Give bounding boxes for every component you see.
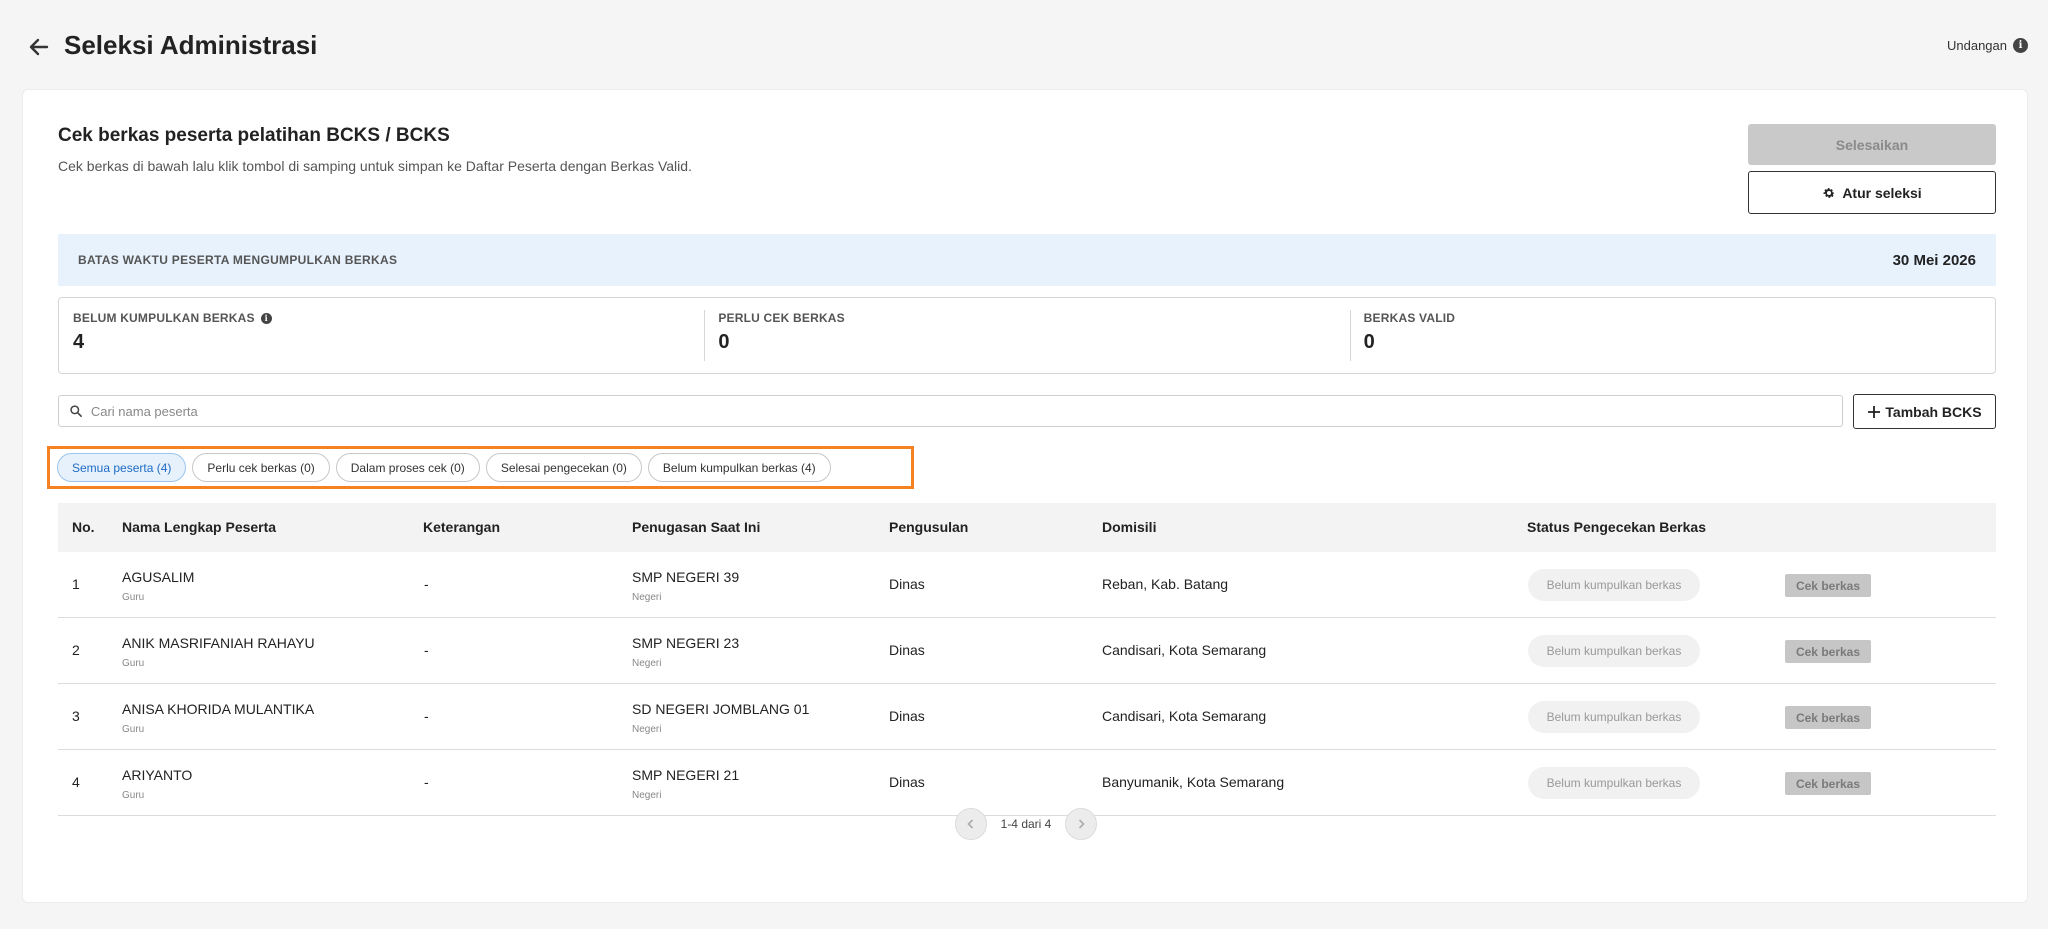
col-domicile: Domisili bbox=[1102, 519, 1157, 535]
col-no: No. bbox=[72, 519, 95, 535]
participant-name: ANISA KHORIDA MULANTIKA bbox=[122, 701, 315, 717]
settings-button[interactable]: Atur seleksi bbox=[1748, 171, 1996, 214]
stat-label-row: BELUM KUMPULKAN BERKAS i bbox=[73, 311, 690, 325]
filter-done[interactable]: Selesai pengecekan (0) bbox=[485, 453, 642, 482]
participant-name: ANIK MASRIFANIAH RAHAYU bbox=[122, 635, 315, 651]
stats-panel: BELUM KUMPULKAN BERKAS i 4 PERLU CEK BER… bbox=[58, 297, 1996, 374]
domicile: Reban, Kab. Batang bbox=[1102, 576, 1229, 592]
deadline-banner: BATAS WAKTU PESERTA MENGUMPULKAN BERKAS … bbox=[58, 234, 1996, 286]
card-title: Cek berkas peserta pelatihan BCKS / BCKS bbox=[58, 125, 450, 146]
back-arrow-icon[interactable] bbox=[24, 32, 54, 62]
finish-button[interactable]: Selesaikan bbox=[1748, 124, 1996, 165]
col-proposal: Pengusulan bbox=[889, 519, 969, 535]
check-files-button[interactable]: Cek berkas bbox=[1785, 706, 1871, 729]
row-note: - bbox=[424, 774, 429, 790]
check-files-button[interactable]: Cek berkas bbox=[1785, 772, 1871, 795]
info-icon[interactable]: i bbox=[2013, 38, 2028, 53]
row-no: 4 bbox=[72, 774, 80, 790]
filter-tabs: Semua peserta (4) Perlu cek berkas (0) D… bbox=[47, 446, 914, 489]
info-icon[interactable]: i bbox=[260, 312, 272, 324]
domicile: Candisari, Kota Semarang bbox=[1102, 708, 1267, 724]
table-row: 4 ARIYANTO Guru - SMP NEGERI 21 Negeri D… bbox=[58, 750, 1996, 816]
top-bar: Seleksi Administrasi Undangan i bbox=[0, 0, 2048, 90]
school-name: SMP NEGERI 23 bbox=[632, 635, 740, 651]
status-badge: Belum kumpulkan berkas bbox=[1528, 635, 1700, 667]
table-header: No. Nama Lengkap Peserta Keterangan Penu… bbox=[58, 503, 1996, 552]
stat-not-submitted: BELUM KUMPULKAN BERKAS i 4 bbox=[59, 298, 704, 373]
row-note: - bbox=[424, 642, 429, 658]
page-info: 1-4 dari 4 bbox=[1000, 817, 1052, 831]
search-box bbox=[58, 395, 1843, 427]
check-files-button[interactable]: Cek berkas bbox=[1785, 574, 1871, 597]
school-name: SD NEGERI JOMBLANG 01 bbox=[632, 701, 810, 717]
status-badge: Belum kumpulkan berkas bbox=[1528, 701, 1700, 733]
participant-role: Guru bbox=[122, 724, 145, 735]
stat-value: 0 bbox=[1363, 331, 1375, 353]
stat-label: BELUM KUMPULKAN BERKAS bbox=[73, 311, 255, 325]
search-input[interactable] bbox=[90, 403, 1842, 419]
participant-role: Guru bbox=[122, 658, 145, 669]
filter-in-progress[interactable]: Dalam proses cek (0) bbox=[335, 453, 480, 482]
status-badge: Belum kumpulkan berkas bbox=[1528, 569, 1700, 601]
prev-page-button[interactable] bbox=[954, 808, 987, 840]
invite-label: Undangan bbox=[1947, 38, 2007, 53]
stat-label: PERLU CEK BERKAS bbox=[718, 311, 845, 325]
page-title: Seleksi Administrasi bbox=[64, 30, 318, 60]
proposal: Dinas bbox=[889, 642, 925, 658]
proposal: Dinas bbox=[889, 708, 925, 724]
participant-name: ARIYANTO bbox=[122, 767, 193, 783]
filter-need-check[interactable]: Perlu cek berkas (0) bbox=[192, 453, 330, 482]
deadline-label: BATAS WAKTU PESERTA MENGUMPULKAN BERKAS bbox=[78, 253, 398, 267]
col-name: Nama Lengkap Peserta bbox=[122, 519, 277, 535]
row-note: - bbox=[424, 576, 429, 592]
school-type: Negeri bbox=[632, 724, 662, 735]
row-note: - bbox=[424, 708, 429, 724]
table-row: 1 AGUSALIM Guru - SMP NEGERI 39 Negeri D… bbox=[58, 552, 1996, 618]
stat-need-check: PERLU CEK BERKAS 0 bbox=[704, 298, 1349, 373]
search-icon bbox=[70, 405, 82, 417]
participant-role: Guru bbox=[122, 790, 145, 801]
check-files-button[interactable]: Cek berkas bbox=[1785, 640, 1871, 663]
filter-not-submitted[interactable]: Belum kumpulkan berkas (4) bbox=[647, 453, 831, 482]
chevron-left-icon bbox=[967, 819, 973, 829]
participant-name: AGUSALIM bbox=[122, 569, 195, 585]
proposal: Dinas bbox=[889, 576, 925, 592]
stat-valid: BERKAS VALID 0 bbox=[1349, 298, 1995, 373]
school-type: Negeri bbox=[632, 592, 662, 603]
status-badge: Belum kumpulkan berkas bbox=[1528, 767, 1700, 799]
settings-label: Atur seleksi bbox=[1842, 184, 1922, 201]
stat-value: 4 bbox=[73, 331, 85, 353]
school-name: SMP NEGERI 21 bbox=[632, 767, 740, 783]
stat-label: BERKAS VALID bbox=[1363, 311, 1456, 325]
stat-value: 0 bbox=[718, 331, 730, 353]
pagination: 1-4 dari 4 bbox=[23, 808, 2029, 840]
row-no: 3 bbox=[72, 708, 80, 724]
invite-link[interactable]: Undangan i bbox=[1947, 38, 2028, 53]
col-assignment: Penugasan Saat Ini bbox=[632, 519, 761, 535]
domicile: Candisari, Kota Semarang bbox=[1102, 642, 1267, 658]
row-no: 2 bbox=[72, 642, 80, 658]
school-name: SMP NEGERI 39 bbox=[632, 569, 740, 585]
chevron-right-icon bbox=[1079, 819, 1085, 829]
participants-table: No. Nama Lengkap Peserta Keterangan Penu… bbox=[58, 503, 1996, 816]
main-card: Cek berkas peserta pelatihan BCKS / BCKS… bbox=[22, 89, 2028, 903]
filter-all[interactable]: Semua peserta (4) bbox=[57, 453, 187, 482]
participant-role: Guru bbox=[122, 592, 145, 603]
card-subtitle: Cek berkas di bawah lalu klik tombol di … bbox=[58, 158, 692, 174]
proposal: Dinas bbox=[889, 774, 925, 790]
table-row: 2 ANIK MASRIFANIAH RAHAYU Guru - SMP NEG… bbox=[58, 618, 1996, 684]
deadline-date: 30 Mei 2026 bbox=[1892, 251, 1976, 269]
add-bcks-label: Tambah BCKS bbox=[1885, 403, 1982, 420]
plus-icon bbox=[1868, 405, 1881, 418]
next-page-button[interactable] bbox=[1065, 808, 1098, 840]
add-bcks-button[interactable]: Tambah BCKS bbox=[1853, 394, 1996, 429]
domicile: Banyumanik, Kota Semarang bbox=[1102, 774, 1285, 790]
col-status: Status Pengecekan Berkas bbox=[1527, 519, 1706, 535]
school-type: Negeri bbox=[632, 790, 662, 801]
table-row: 3 ANISA KHORIDA MULANTIKA Guru - SD NEGE… bbox=[58, 684, 1996, 750]
row-no: 1 bbox=[72, 576, 80, 592]
gear-icon bbox=[1823, 187, 1835, 198]
school-type: Negeri bbox=[632, 658, 662, 669]
col-note: Keterangan bbox=[423, 519, 501, 535]
